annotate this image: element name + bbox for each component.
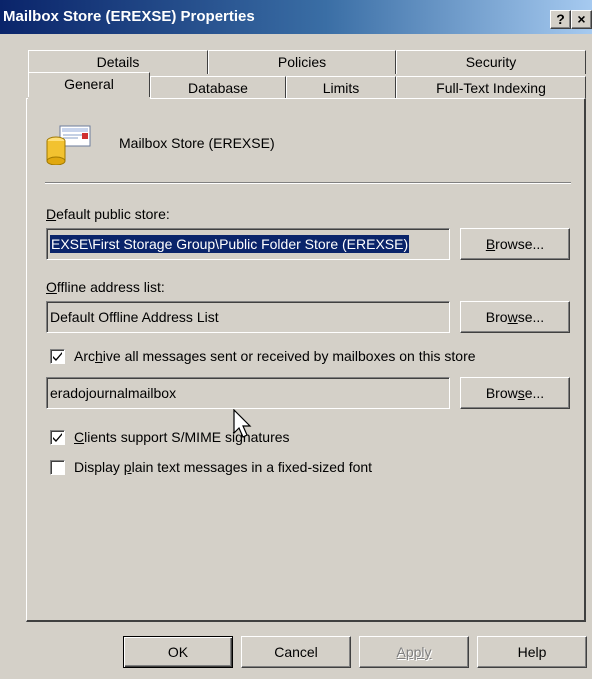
tab-full-text-indexing[interactable]: Full-Text Indexing <box>396 76 586 100</box>
browse-archive-mailbox-button[interactable]: Browse... <box>460 377 570 409</box>
offline-address-list-field[interactable]: Default Offline Address List <box>46 301 450 333</box>
offline-address-list-label: Offline address list: <box>46 279 165 295</box>
checkmark-icon <box>53 352 62 361</box>
separator <box>45 182 571 184</box>
tab-security[interactable]: Security <box>396 50 586 74</box>
properties-dialog: Mailbox Store (EREXSE) Properties ? × De… <box>0 0 592 679</box>
ok-button[interactable]: OK <box>123 636 233 668</box>
smime-label[interactable]: Clients support S/MIME signatures <box>74 429 290 445</box>
help-title-button[interactable]: ? <box>550 10 571 29</box>
tab-details[interactable]: Details <box>28 50 208 74</box>
browse-public-store-button[interactable]: Browse... <box>460 228 570 260</box>
apply-button[interactable]: Apply <box>359 636 469 668</box>
title-bar[interactable]: Mailbox Store (EREXSE) Properties ? × <box>0 0 592 34</box>
archive-mailbox-field[interactable]: eradojournalmailbox <box>46 377 450 409</box>
checkmark-icon <box>53 433 62 442</box>
browse-offline-address-list-button[interactable]: Browse... <box>460 301 570 333</box>
tab-policies[interactable]: Policies <box>208 50 396 74</box>
window-title: Mailbox Store (EREXSE) Properties <box>3 8 255 25</box>
close-button[interactable]: × <box>571 10 592 29</box>
smime-checkbox[interactable] <box>50 430 65 445</box>
offline-address-list-value: Default Offline Address List <box>50 309 219 325</box>
help-button[interactable]: Help <box>477 636 587 668</box>
tab-limits[interactable]: Limits <box>286 76 396 100</box>
default-public-store-field[interactable]: EXSE\First Storage Group\Public Folder S… <box>46 228 450 260</box>
archive-label[interactable]: Archive all messages sent or received by… <box>74 348 476 364</box>
archive-checkbox[interactable] <box>50 349 65 364</box>
default-public-store-value: EXSE\First Storage Group\Public Folder S… <box>50 235 410 253</box>
tab-general[interactable]: General <box>28 72 150 100</box>
tab-database[interactable]: Database <box>150 76 286 100</box>
plain-text-label[interactable]: Display plain text messages in a fixed-s… <box>74 459 372 475</box>
mailbox-store-icon <box>46 125 91 165</box>
default-public-store-label: Default public store: <box>46 206 170 222</box>
cancel-button[interactable]: Cancel <box>241 636 351 668</box>
store-name-label: Mailbox Store (EREXSE) <box>119 135 275 151</box>
plain-text-checkbox[interactable] <box>50 460 65 475</box>
mouse-pointer-icon <box>233 409 252 438</box>
archive-mailbox-value: eradojournalmailbox <box>50 385 177 401</box>
